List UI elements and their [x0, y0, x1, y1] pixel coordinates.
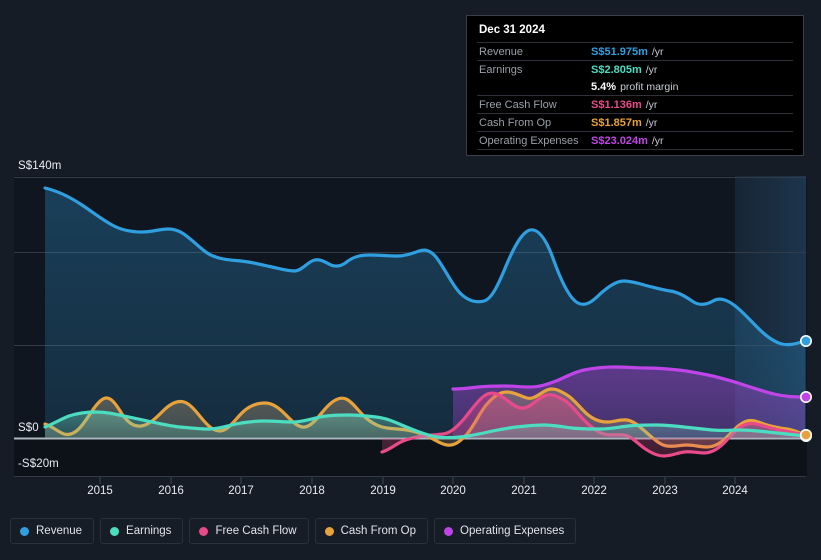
x-axis-tick-2023: 2023	[652, 485, 678, 497]
tooltip-row-earnings: Earnings S$2.805m /yr	[477, 60, 793, 78]
legend-dot-earnings-icon	[110, 526, 120, 536]
chart-tooltip: Dec 31 2024 Revenue S$51.975m /yr Earnin…	[466, 15, 804, 156]
financial-chart-page: S$140m S$0 -S$20m 2015 2016 2017 2018 20…	[0, 0, 821, 560]
x-axis-tick-2017: 2017	[228, 485, 254, 497]
legend-dot-revenue-icon	[20, 526, 29, 536]
tooltip-row-free-cash-flow: Free Cash Flow S$1.136m /yr	[477, 95, 793, 113]
tooltip-row-cash-from-op: Cash From Op S$1.857m /yr	[477, 113, 793, 131]
tooltip-key-cash-from-op: Cash From Op	[479, 116, 552, 129]
y-axis-label-zero: S$0	[18, 422, 39, 434]
x-axis-tick-2016: 2016	[158, 485, 184, 497]
x-axis-tick-2022: 2022	[581, 485, 607, 497]
y-axis-label-bottom: -S$20m	[18, 458, 59, 470]
tooltip-row-profit-margin: 5.4% profit margin	[477, 78, 793, 95]
legend-item-free-cash-flow[interactable]: Free Cash Flow	[189, 518, 309, 544]
legend-item-revenue[interactable]: Revenue	[10, 518, 95, 544]
tooltip-row-operating-expenses: Operating Expenses S$23.024m /yr	[477, 131, 793, 150]
legend-item-operating-expenses[interactable]: Operating Expenses	[434, 518, 577, 544]
x-axis-tick-2015: 2015	[87, 485, 113, 497]
tooltip-unit-earnings: /yr	[645, 63, 658, 76]
tooltip-key-revenue: Revenue	[479, 45, 524, 58]
legend-item-earnings[interactable]: Earnings	[100, 518, 184, 544]
tooltip-key-operating-expenses: Operating Expenses	[479, 134, 579, 147]
x-tick-marks	[99, 477, 736, 484]
tooltip-value-earnings: S$2.805m	[591, 63, 642, 76]
x-axis-tick-2018: 2018	[299, 485, 325, 497]
legend-dot-free-cash-flow-icon	[199, 526, 209, 536]
tooltip-unit-cash-from-op: /yr	[645, 116, 658, 129]
endpoint-revenue	[799, 334, 812, 347]
legend-label-free-cash-flow: Free Cash Flow	[215, 525, 297, 537]
tooltip-value-operating-expenses: S$23.024m	[591, 134, 648, 147]
legend-label-revenue: Revenue	[36, 525, 83, 537]
legend-label-operating-expenses: Operating Expenses	[460, 525, 565, 537]
tooltip-row-revenue: Revenue S$51.975m /yr	[477, 42, 793, 60]
legend-dot-operating-expenses-icon	[444, 526, 454, 536]
legend-label-earnings: Earnings	[126, 525, 172, 537]
x-axis-tick-2020: 2020	[440, 485, 466, 497]
legend-dot-cash-from-op-icon	[324, 526, 334, 536]
tooltip-value-free-cash-flow: S$1.136m	[591, 98, 642, 111]
tooltip-value-revenue: S$51.975m	[591, 45, 648, 58]
tooltip-date: Dec 31 2024	[479, 24, 545, 36]
endpoint-opex	[799, 390, 812, 403]
tooltip-unit-profit-margin: profit margin	[620, 80, 679, 93]
tooltip-key-free-cash-flow: Free Cash Flow	[479, 98, 557, 111]
x-axis-tick-2019: 2019	[370, 485, 396, 497]
tooltip-unit-free-cash-flow: /yr	[645, 98, 658, 111]
x-axis-tick-2021: 2021	[511, 485, 537, 497]
endpoint-cashfromop	[799, 428, 812, 441]
tooltip-value-cash-from-op: S$1.857m	[591, 116, 642, 129]
legend-item-cash-from-op[interactable]: Cash From Op	[314, 518, 429, 544]
tooltip-unit-revenue: /yr	[651, 45, 664, 58]
x-axis-tick-2024: 2024	[722, 485, 748, 497]
tooltip-unit-operating-expenses: /yr	[651, 134, 664, 147]
legend-label-cash-from-op: Cash From Op	[340, 525, 417, 537]
tooltip-key-earnings: Earnings	[479, 63, 523, 76]
chart-legend: Revenue Earnings Free Cash Flow Cash Fro…	[10, 518, 577, 544]
tooltip-value-profit-margin: 5.4%	[591, 80, 617, 93]
y-axis-label-top: S$140m	[18, 160, 62, 172]
